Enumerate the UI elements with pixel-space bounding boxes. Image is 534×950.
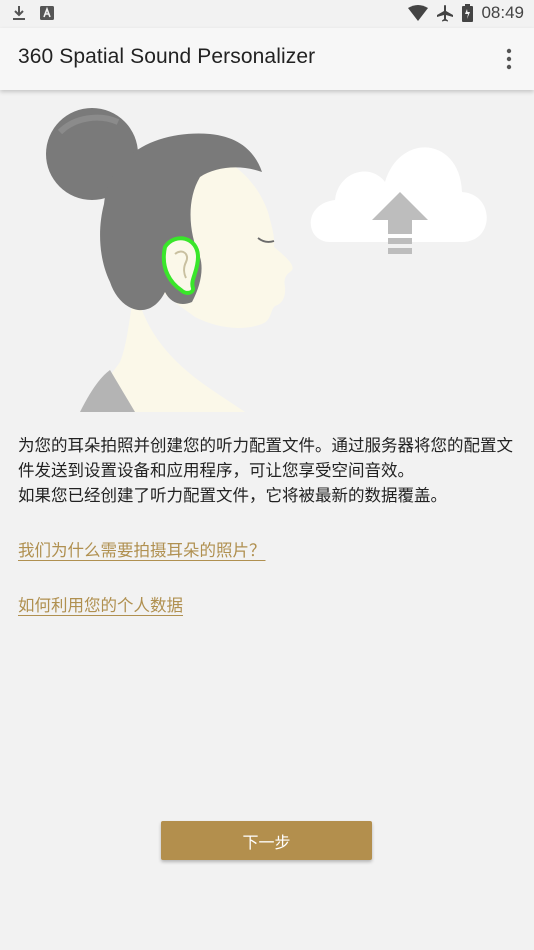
head-profile-illustration — [46, 108, 293, 412]
status-bar: 08:49 — [0, 0, 534, 28]
download-icon — [13, 6, 25, 20]
app-bar: 360 Spatial Sound Personalizer — [0, 28, 534, 90]
cloud-upload-icon — [310, 147, 487, 254]
why-photo-link[interactable]: 我们为什么需要拍摄耳朵的照片？ — [18, 537, 266, 561]
description: 为您的耳朵拍照并创建您的听力配置文件。通过服务器将您的配置文件发送到设置设备和应… — [18, 433, 523, 508]
wifi-icon — [408, 5, 429, 21]
page-title: 360 Spatial Sound Personalizer — [18, 45, 316, 68]
personal-data-link[interactable]: 如何利用您的个人数据 — [18, 592, 183, 616]
keyboard-icon — [40, 6, 54, 20]
clock: 08:49 — [481, 3, 524, 22]
battery-icon — [462, 4, 474, 22]
airplane-icon — [437, 5, 454, 22]
description-line-2: 如果您已经创建了听力配置文件，它将被最新的数据覆盖。 — [18, 486, 447, 505]
more-vert-icon — [506, 48, 512, 70]
description-line-1: 为您的耳朵拍照并创建您的听力配置文件。通过服务器将您的配置文件发送到设置设备和应… — [18, 436, 513, 480]
overflow-menu-button[interactable] — [498, 46, 520, 72]
hero-illustration — [0, 92, 534, 417]
next-button[interactable]: 下一步 — [161, 821, 372, 860]
